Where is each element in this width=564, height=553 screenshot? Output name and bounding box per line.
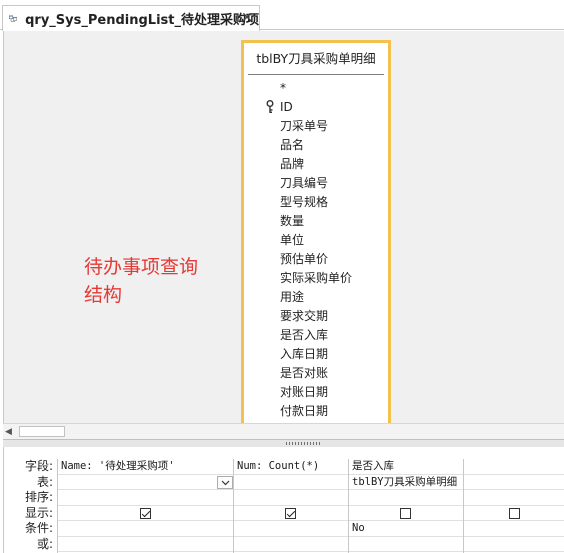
- criteria-cell[interactable]: [464, 521, 564, 537]
- show-cell[interactable]: [464, 506, 564, 521]
- table-field-item[interactable]: 刀采单号: [244, 117, 388, 136]
- table-field-label: 付款日期: [280, 404, 329, 418]
- scrollbar-thumb[interactable]: [19, 426, 65, 437]
- query-tab[interactable]: qry_Sys_PendingList_待处理采购项 ✕: [2, 5, 260, 31]
- table-field-label: 是否对账: [280, 366, 329, 380]
- criteria-cell[interactable]: [234, 521, 348, 537]
- table-field-label: 刀采单号: [280, 119, 329, 133]
- or-cell[interactable]: [58, 537, 233, 552]
- table-field-item[interactable]: ID: [244, 98, 388, 117]
- pane-splitter[interactable]: [3, 439, 564, 447]
- horizontal-scrollbar[interactable]: ◀: [3, 423, 564, 439]
- field-cell[interactable]: 是否入库: [349, 459, 463, 475]
- or-cell[interactable]: [234, 537, 348, 552]
- table-field-label: 预估单价: [280, 252, 329, 266]
- tab-title: qry_Sys_PendingList_待处理采购项: [25, 13, 259, 28]
- row-label-sort: 排序:: [24, 490, 53, 504]
- table-cell[interactable]: [464, 475, 564, 490]
- query-design-grid: 字段: 表: 排序: 显示: 条件: 或: Name: '待处理采购项' Num…: [3, 447, 564, 553]
- splitter-grip-icon[interactable]: [286, 442, 322, 445]
- primary-key-icon: [266, 100, 274, 114]
- criteria-cell[interactable]: No: [349, 521, 463, 537]
- grid-row-labels: 字段: 表: 排序: 显示: 条件: 或:: [4, 459, 57, 552]
- row-label-criteria: 条件:: [24, 521, 53, 535]
- table-field-label: 是否入库: [280, 328, 329, 342]
- row-label-table: 表:: [36, 474, 53, 489]
- table-field-item[interactable]: 要求交期: [244, 307, 388, 326]
- criteria-cell[interactable]: [58, 521, 233, 537]
- row-label-field: 字段:: [24, 459, 53, 473]
- table-field-label: 品名: [280, 138, 305, 152]
- table-field-label: *: [280, 81, 286, 95]
- or-cell[interactable]: [464, 537, 564, 552]
- sort-cell[interactable]: [464, 490, 564, 506]
- field-cell[interactable]: Num: Count(*): [234, 459, 348, 475]
- table-cell[interactable]: tblBY刀具采购单明细: [349, 475, 463, 490]
- table-field-item[interactable]: 对账日期: [244, 383, 388, 402]
- show-cell[interactable]: [349, 506, 463, 521]
- table-field-item[interactable]: 品名: [244, 136, 388, 155]
- table-field-label: 刀具编号: [280, 176, 329, 190]
- show-checkbox[interactable]: [400, 507, 411, 519]
- show-checkbox[interactable]: [508, 507, 520, 519]
- show-checkbox[interactable]: [285, 507, 296, 519]
- table-cell[interactable]: [58, 475, 233, 490]
- row-label-or: 或:: [36, 536, 53, 551]
- grid-column-2: Num: Count(*): [233, 459, 348, 553]
- show-cell[interactable]: [58, 506, 233, 521]
- annotation-text: 待办事项查询 结构: [84, 253, 234, 309]
- query-icon: [9, 14, 18, 22]
- sort-cell[interactable]: [349, 490, 463, 506]
- table-field-item[interactable]: 入库日期: [244, 345, 388, 364]
- table-cell[interactable]: [234, 475, 348, 490]
- table-field-label: 用途: [280, 290, 305, 304]
- grid-column-3: 是否入库 tblBY刀具采购单明细 No: [348, 459, 463, 553]
- close-icon[interactable]: ✕: [239, 10, 255, 26]
- table-field-item[interactable]: 是否对账: [244, 364, 388, 383]
- field-cell[interactable]: Name: '待处理采购项': [58, 459, 233, 475]
- table-field-item[interactable]: 付款日期: [244, 402, 388, 421]
- table-field-item[interactable]: 预估单价: [244, 250, 388, 269]
- table-title[interactable]: tblBY刀具采购单明细: [248, 43, 384, 75]
- grid-column-1: Name: '待处理采购项': [57, 459, 233, 553]
- chevron-down-icon: [221, 480, 230, 485]
- table-field-label: 对账日期: [280, 385, 329, 399]
- query-design-canvas[interactable]: 待办事项查询 结构 tblBY刀具采购单明细 * ID 刀采单号品名品牌刀具编号型号…: [3, 31, 564, 423]
- annotation-line-1: 待办事项查询: [84, 256, 199, 278]
- table-field-list-window[interactable]: tblBY刀具采购单明细 * ID 刀采单号品名品牌刀具编号型号规格数量单位预估单价…: [241, 40, 391, 423]
- dropdown-button[interactable]: [217, 475, 233, 489]
- table-field-label: 入库日期: [280, 347, 329, 361]
- table-field-label: 实际采购单价: [280, 271, 353, 285]
- table-field-item[interactable]: 品牌: [244, 155, 388, 174]
- or-cell[interactable]: [349, 537, 463, 552]
- field-cell[interactable]: [464, 459, 564, 475]
- table-field-label: ID: [280, 100, 293, 114]
- table-field-item[interactable]: 用途: [244, 288, 388, 307]
- scroll-left-icon[interactable]: ◀: [5, 427, 12, 437]
- show-cell[interactable]: [234, 506, 348, 521]
- sort-cell[interactable]: [234, 490, 348, 506]
- grid-column-4: [463, 459, 564, 553]
- table-field-item[interactable]: *: [244, 79, 388, 98]
- table-field-item[interactable]: 型号规格: [244, 193, 388, 212]
- document-tab-bar: qry_Sys_PendingList_待处理采购项 ✕: [0, 0, 564, 31]
- show-checkbox[interactable]: [139, 507, 151, 519]
- table-field-item[interactable]: 刀具编号: [244, 174, 388, 193]
- table-field-item[interactable]: 实际采购单价: [244, 269, 388, 288]
- field-list: * ID 刀采单号品名品牌刀具编号型号规格数量单位预估单价实际采购单价 用途要求交期是…: [244, 79, 388, 423]
- table-field-item[interactable]: 单位: [244, 231, 388, 250]
- table-field-label: 型号规格: [280, 195, 329, 209]
- row-label-show: 显示:: [24, 505, 53, 520]
- table-field-label: 数量: [280, 214, 305, 228]
- table-field-item[interactable]: 数量: [244, 212, 388, 231]
- table-field-label: 品牌: [280, 157, 305, 171]
- annotation-line-2: 结构: [84, 284, 123, 306]
- table-field-label: 单位: [280, 233, 305, 247]
- sort-cell[interactable]: [58, 490, 233, 506]
- table-field-label: 要求交期: [280, 309, 329, 323]
- table-field-item[interactable]: 是否入库: [244, 326, 388, 345]
